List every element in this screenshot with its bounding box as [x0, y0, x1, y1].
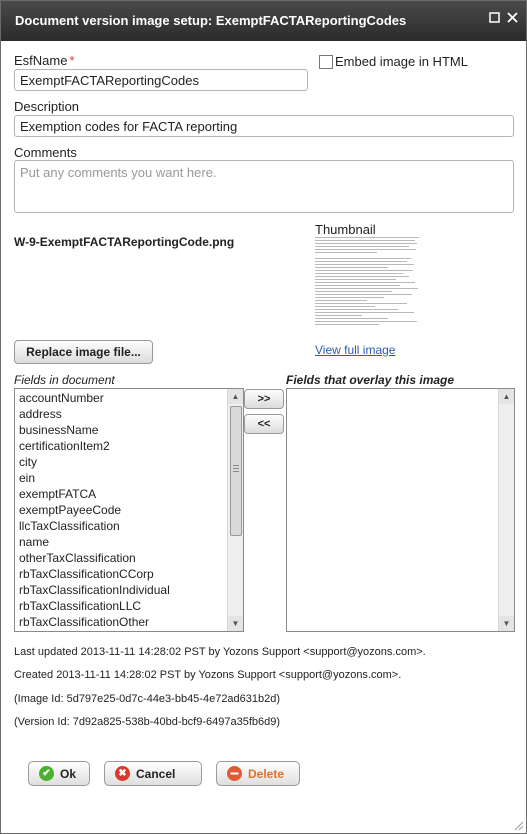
description-label: Description	[14, 99, 80, 114]
document-fields-items: accountNumber address businessName certific…	[15, 389, 243, 630]
ok-button[interactable]: ✔ Ok	[28, 761, 90, 786]
scroll-thumb[interactable]	[230, 406, 242, 536]
list-item[interactable]: otherTaxClassification	[15, 550, 243, 566]
scroll-down-icon[interactable]: ▼	[499, 616, 514, 631]
document-fields-list[interactable]: accountNumber address businessName certific…	[14, 388, 244, 632]
version-id-text: (Version Id: 7d92a825-538b-40bd-bcf9-649…	[14, 716, 281, 728]
overlay-fields-scrollbar[interactable]: ▲ ▼	[498, 389, 514, 631]
embed-image-label[interactable]: Embed image in HTML	[335, 54, 468, 69]
list-item[interactable]: city	[15, 454, 243, 470]
embed-image-checkbox[interactable]	[319, 55, 333, 69]
maximize-icon[interactable]	[488, 12, 500, 26]
resize-grip-icon[interactable]	[514, 821, 524, 831]
list-item[interactable]: rbTaxClassificationIndividual	[15, 582, 243, 598]
list-item[interactable]: exemptPayeeCode	[15, 502, 243, 518]
image-id-text: (Image Id: 5d797e25-0d7c-44e3-bb45-4e72a…	[14, 693, 281, 705]
list-item[interactable]: ein	[15, 470, 243, 486]
scroll-down-icon[interactable]: ▼	[228, 616, 243, 631]
list-item[interactable]: name	[15, 534, 243, 550]
list-item[interactable]: accountNumber	[15, 390, 243, 406]
list-item[interactable]: businessName	[15, 422, 243, 438]
delete-button[interactable]: Delete	[216, 761, 300, 786]
view-full-image-link[interactable]: View full image	[315, 343, 395, 357]
description-input[interactable]	[14, 115, 514, 137]
created-text: Created 2013-11-11 14:28:02 PST by Yozon…	[14, 669, 402, 681]
cancel-icon: ✖	[115, 766, 130, 781]
esfname-input[interactable]	[14, 69, 308, 91]
esfname-label: EsfName *	[14, 53, 75, 68]
list-item[interactable]: exemptFATCA	[15, 486, 243, 502]
thumbnail-label: Thumbnail	[315, 222, 376, 237]
delete-icon	[227, 766, 242, 781]
overlay-fields-list[interactable]: ▲ ▼	[286, 388, 515, 632]
scroll-up-icon[interactable]: ▲	[499, 389, 514, 404]
ok-button-label: Ok	[60, 767, 77, 781]
checkmark-icon: ✔	[39, 766, 54, 781]
title-bar[interactable]: Document version image setup: ExemptFACT…	[1, 1, 526, 41]
move-left-button[interactable]: <<	[244, 414, 284, 434]
list-item[interactable]: llcTaxClassification	[15, 518, 243, 534]
thumbnail-image[interactable]	[315, 237, 419, 331]
move-right-button[interactable]: >>	[244, 389, 284, 409]
cancel-button-label: Cancel	[136, 767, 176, 781]
cancel-button[interactable]: ✖ Cancel	[104, 761, 202, 786]
document-fields-scrollbar[interactable]: ▲ ▼	[227, 389, 243, 631]
image-filename: W-9-ExemptFACTAReportingCode.png	[14, 235, 235, 249]
last-updated-text: Last updated 2013-11-11 14:28:02 PST by …	[14, 646, 426, 658]
list-item[interactable]: certificationItem2	[15, 438, 243, 454]
delete-button-label: Delete	[248, 767, 285, 781]
comments-label: Comments	[14, 145, 77, 160]
list-item[interactable]: rbTaxClassificationCCorp	[15, 566, 243, 582]
dialog-window: Document version image setup: ExemptFACT…	[0, 0, 527, 834]
replace-image-button[interactable]: Replace image file...	[14, 340, 153, 364]
fields-in-document-label: Fields in document	[14, 373, 115, 387]
scroll-up-icon[interactable]: ▲	[228, 389, 243, 404]
list-item[interactable]: rbTaxClassificationOther	[15, 614, 243, 630]
dialog-title: Document version image setup: ExemptFACT…	[15, 13, 407, 28]
fields-overlay-label: Fields that overlay this image	[286, 373, 455, 387]
close-icon[interactable]	[506, 12, 518, 26]
list-item[interactable]: rbTaxClassificationLLC	[15, 598, 243, 614]
list-item[interactable]: address	[15, 406, 243, 422]
comments-textarea[interactable]	[14, 160, 514, 213]
